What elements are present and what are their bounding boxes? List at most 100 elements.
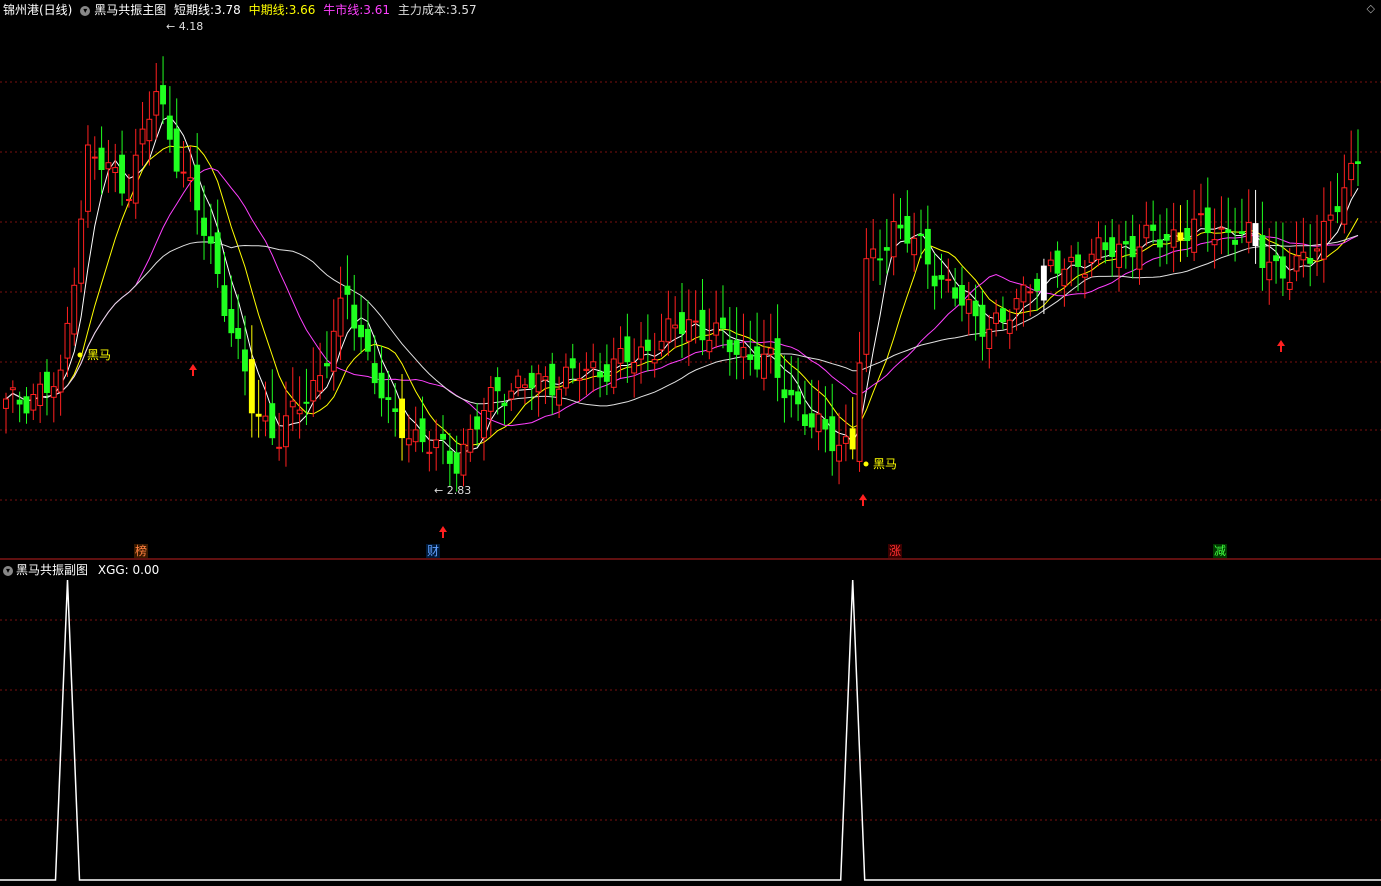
candle-body[interactable] [720,317,726,329]
candle-body[interactable] [16,399,23,405]
candle-body[interactable] [364,328,371,352]
candle-body[interactable] [289,400,296,408]
candle-body[interactable] [255,413,262,417]
candle-body[interactable] [1081,273,1088,278]
candle-body[interactable] [781,389,788,399]
candle-body[interactable] [863,258,870,355]
candle-body[interactable] [242,349,248,372]
candle-body[interactable] [1000,308,1006,323]
candle-body[interactable] [1177,232,1184,241]
candle-body[interactable] [556,388,562,406]
candle-body[interactable] [1300,251,1307,261]
candle-body[interactable] [1129,236,1136,258]
candle-body[interactable] [802,414,808,426]
candle-body[interactable] [945,278,952,281]
candle-body[interactable] [583,368,590,371]
dropdown-icon[interactable]: ▾ [3,565,13,576]
candle-body[interactable] [747,354,754,360]
candle-body[interactable] [385,397,392,401]
candle-body[interactable] [1293,255,1300,272]
candle-body[interactable] [57,369,64,393]
sub-indicator-name[interactable]: 黑马共振副图 [16,563,88,577]
candle-body[interactable] [1341,187,1348,225]
candle-body[interactable] [761,353,767,379]
candle-body[interactable] [617,348,624,364]
candle-body[interactable] [1239,231,1245,234]
candle-body[interactable] [549,363,556,396]
candle-body[interactable] [310,380,317,402]
candle-body[interactable] [815,413,822,433]
candle-body[interactable] [1170,229,1177,248]
candle-body[interactable] [774,338,781,378]
candle-body[interactable] [986,328,993,349]
candle-body[interactable] [808,413,815,428]
candle-body[interactable] [30,394,37,411]
candle-body[interactable] [23,396,30,414]
candle-body[interactable] [1252,223,1259,247]
candle-body[interactable] [658,340,665,351]
candle-body[interactable] [214,232,221,274]
candle-body[interactable] [194,164,201,211]
candle-body[interactable] [1225,229,1232,233]
candle-body[interactable] [1034,278,1040,291]
candle-body[interactable] [1307,258,1314,264]
candle-body[interactable] [624,336,631,363]
candle-body[interactable] [1122,241,1129,245]
indicator-name[interactable]: 黑马共振主图 [94,3,166,17]
candle-body[interactable] [283,415,289,448]
candle-body[interactable] [221,285,228,317]
candle-body[interactable] [296,409,303,415]
candle-body[interactable] [405,438,412,446]
candle-body[interactable] [1109,237,1116,257]
candle-body[interactable] [1286,282,1293,290]
candle-body[interactable] [207,236,214,244]
candle-body[interactable] [228,309,235,334]
candle-body[interactable] [883,247,890,251]
candle-body[interactable] [1204,207,1211,234]
candle-body[interactable] [467,428,474,453]
candle-body[interactable] [590,361,597,369]
candle-body[interactable] [146,118,153,142]
candle-body[interactable] [98,147,105,170]
candle-body[interactable] [959,285,965,306]
candle-body[interactable] [822,419,829,430]
candle-body[interactable] [836,444,842,462]
candle-body[interactable] [71,284,78,335]
candle-body[interactable] [603,364,610,382]
candle-body[interactable] [201,217,208,236]
candle-body[interactable] [269,403,276,439]
candle-body[interactable] [733,340,740,355]
candle-body[interactable] [166,115,173,140]
candle-body[interactable] [433,439,440,449]
candle-body[interactable] [692,320,699,323]
candle-body[interactable] [187,177,194,182]
candle-body[interactable] [392,408,399,412]
candle-body[interactable] [931,275,938,287]
candle-body[interactable] [1088,253,1095,263]
candle-body[interactable] [972,300,979,317]
candle-body[interactable] [918,233,924,237]
candle-body[interactable] [1075,254,1081,267]
candle-body[interactable] [1157,239,1163,248]
candle-body[interactable] [1327,214,1334,221]
candle-body[interactable] [378,372,385,399]
flag-cai[interactable]: 财 [426,544,441,558]
kline-chart[interactable]: ← 4.18← 2.83黑马黑马 [0,0,1381,883]
candle-body[interactable] [317,375,324,392]
candle-body[interactable] [877,258,883,261]
candle-body[interactable] [508,390,515,400]
candle-body[interactable] [952,287,959,299]
candle-body[interactable] [979,304,986,337]
candle-body[interactable] [528,372,535,389]
candle-body[interactable] [153,91,160,116]
candle-body[interactable] [1348,162,1355,181]
candle-body[interactable] [890,221,897,258]
candle-body[interactable] [1198,213,1204,216]
candle-body[interactable] [324,363,330,367]
candle-body[interactable] [522,384,528,388]
candle-body[interactable] [105,162,112,170]
candle-body[interactable] [276,446,283,449]
candle-body[interactable] [1211,239,1218,246]
candle-body[interactable] [371,363,378,384]
candle-body[interactable] [474,416,481,430]
